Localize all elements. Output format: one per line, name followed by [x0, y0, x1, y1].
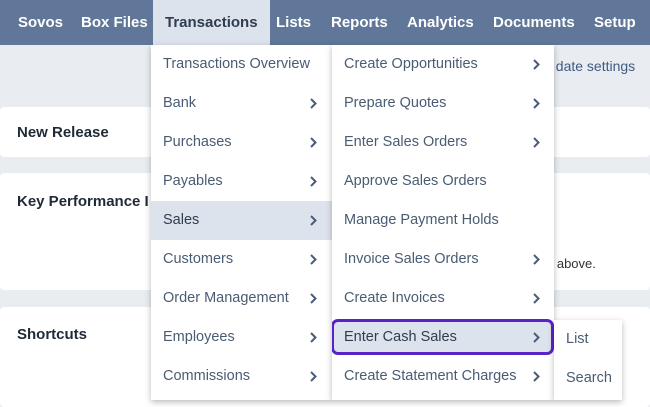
cash-sales-submenu: List Search — [554, 320, 622, 400]
menu-item-label: Manage Payment Holds — [344, 212, 499, 228]
menu-item-label: Commissions — [163, 368, 251, 384]
sales-submenu: Create Opportunities Prepare Quotes Ente… — [332, 45, 554, 400]
menu-item-customers[interactable]: Customers — [151, 240, 332, 279]
chevron-right-icon — [310, 254, 317, 265]
menu-item-label: List — [566, 331, 589, 347]
menu-item-create-opportunities[interactable]: Create Opportunities — [332, 45, 554, 84]
chevron-right-icon — [533, 137, 540, 148]
chevron-right-icon — [533, 98, 540, 109]
menu-item-label: Prepare Quotes — [344, 95, 447, 111]
menu-item-label: Sales — [163, 212, 200, 228]
menu-item-label: Create Invoices — [344, 290, 445, 306]
menu-item-commissions[interactable]: Commissions — [151, 357, 332, 396]
menu-item-label: Create Opportunities — [344, 56, 478, 72]
chevron-right-icon — [310, 293, 317, 304]
menu-item-purchases[interactable]: Purchases — [151, 123, 332, 162]
chevron-right-icon — [310, 137, 317, 148]
chevron-right-icon — [310, 215, 317, 226]
menu-item-label: Order Management — [163, 290, 289, 306]
menu-item-transactions-overview[interactable]: Transactions Overview — [151, 45, 332, 84]
menu-item-employees[interactable]: Employees — [151, 318, 332, 357]
menu-item-enter-cash-sales[interactable]: Enter Cash Sales — [332, 318, 554, 357]
menu-item-enter-sales-orders[interactable]: Enter Sales Orders — [332, 123, 554, 162]
menu-item-search[interactable]: Search — [554, 359, 622, 398]
menu-item-prepare-quotes[interactable]: Prepare Quotes — [332, 84, 554, 123]
new-release-title: New Release — [17, 124, 109, 141]
chevron-right-icon — [533, 371, 540, 382]
menu-item-payables[interactable]: Payables — [151, 162, 332, 201]
menu-item-label: Employees — [163, 329, 235, 345]
chevron-right-icon — [310, 176, 317, 187]
menu-item-manage-payment-holds[interactable]: Manage Payment Holds — [332, 201, 554, 240]
transactions-menu: Transactions Overview Bank Purchases Pay… — [151, 45, 332, 400]
menu-item-sales[interactable]: Sales — [151, 201, 332, 240]
chevron-right-icon — [533, 332, 540, 343]
top-nav-bar: Sovos Box Files Transactions Lists Repor… — [0, 0, 650, 45]
menu-item-list[interactable]: List — [554, 320, 622, 359]
nav-transactions[interactable]: Transactions — [153, 0, 270, 45]
chevron-right-icon — [310, 98, 317, 109]
menu-item-label: Approve Sales Orders — [344, 173, 487, 189]
menu-item-bank[interactable]: Bank — [151, 84, 332, 123]
chevron-right-icon — [533, 254, 540, 265]
menu-item-label: Bank — [163, 95, 197, 111]
nav-documents[interactable]: Documents — [493, 0, 575, 45]
shortcuts-title: Shortcuts — [17, 326, 88, 343]
menu-item-order-management[interactable]: Order Management — [151, 279, 332, 318]
nav-box-files[interactable]: Box Files — [81, 0, 148, 45]
menu-item-create-invoices[interactable]: Create Invoices — [332, 279, 554, 318]
menu-item-create-statement-charges[interactable]: Create Statement Charges — [332, 357, 554, 396]
date-settings-link[interactable]: t date settings — [548, 58, 635, 74]
menu-item-label: Enter Sales Orders — [344, 134, 468, 150]
nav-analytics[interactable]: Analytics — [407, 0, 474, 45]
chevron-right-icon — [310, 371, 317, 382]
chevron-right-icon — [310, 332, 317, 343]
chevron-right-icon — [533, 293, 540, 304]
menu-item-label: Payables — [163, 173, 223, 189]
menu-item-invoice-sales-orders[interactable]: Invoice Sales Orders — [332, 240, 554, 279]
menu-item-label: Create Statement Charges — [344, 368, 517, 384]
menu-item-label: Customers — [163, 251, 234, 267]
kpi-title: Key Performance I — [17, 193, 149, 210]
menu-item-label: Search — [566, 370, 612, 386]
menu-item-approve-sales-orders[interactable]: Approve Sales Orders — [332, 162, 554, 201]
nav-setup[interactable]: Setup — [594, 0, 636, 45]
nav-reports[interactable]: Reports — [331, 0, 388, 45]
menu-item-label: Enter Cash Sales — [344, 329, 457, 345]
chevron-right-icon — [533, 59, 540, 70]
nav-sovos[interactable]: Sovos — [18, 0, 63, 45]
nav-lists[interactable]: Lists — [276, 0, 311, 45]
menu-item-label: Invoice Sales Orders — [344, 251, 479, 267]
menu-item-label: Purchases — [163, 134, 232, 150]
menu-item-label: Transactions Overview — [163, 56, 310, 72]
